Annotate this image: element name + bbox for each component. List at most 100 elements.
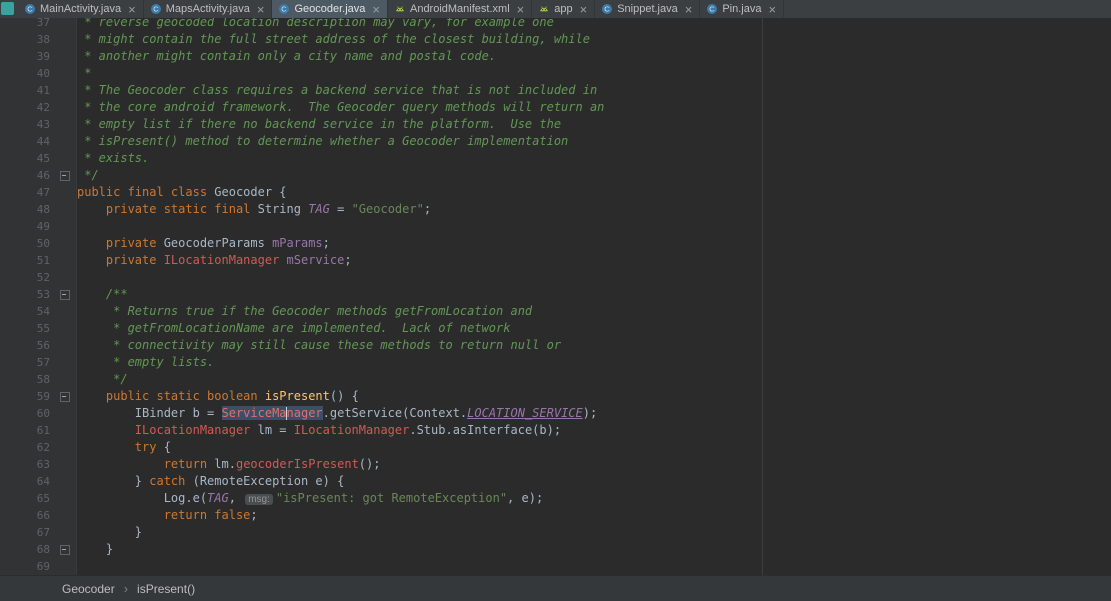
code-text: IBinder b = ServiceManager.getService(Co… — [77, 405, 597, 422]
fold-marker-icon[interactable] — [50, 541, 77, 558]
fold-marker-icon[interactable] — [50, 286, 77, 303]
line-number[interactable]: 40 — [0, 65, 50, 82]
tab-mainactivity-java[interactable]: C MainActivity.java × — [18, 0, 144, 18]
code-line[interactable]: 59 public static boolean isPresent() { — [0, 388, 1111, 405]
code-token: /** — [77, 287, 128, 301]
close-tab-icon[interactable]: × — [685, 3, 693, 16]
code-line[interactable]: 62 try { — [0, 439, 1111, 456]
code-token: * another might contain only a city name… — [77, 49, 497, 63]
code-line[interactable]: 53 /** — [0, 286, 1111, 303]
code-line[interactable]: 45 * exists. — [0, 150, 1111, 167]
close-tab-icon[interactable]: × — [768, 3, 776, 16]
tab-geocoder-java[interactable]: C Geocoder.java × — [272, 0, 388, 18]
code-text: public final class Geocoder { — [77, 184, 287, 201]
close-tab-icon[interactable]: × — [128, 3, 136, 16]
fold-gutter — [50, 184, 77, 201]
line-number[interactable]: 44 — [0, 133, 50, 150]
line-number[interactable]: 57 — [0, 354, 50, 371]
code-line[interactable]: 69 — [0, 558, 1111, 575]
line-number[interactable]: 48 — [0, 201, 50, 218]
line-number[interactable]: 64 — [0, 473, 50, 490]
tab-app[interactable]: app × — [532, 0, 596, 18]
line-number[interactable]: 43 — [0, 116, 50, 133]
line-number[interactable]: 50 — [0, 235, 50, 252]
line-number[interactable]: 47 — [0, 184, 50, 201]
line-number[interactable]: 42 — [0, 99, 50, 116]
code-line[interactable]: 50 private GeocoderParams mParams; — [0, 235, 1111, 252]
editor[interactable]: 37 * reverse geocoded location descripti… — [0, 18, 1111, 575]
code-line[interactable]: 64 } catch (RemoteException e) { — [0, 473, 1111, 490]
code-line[interactable]: 56 * connectivity may still cause these … — [0, 337, 1111, 354]
line-number[interactable]: 38 — [0, 31, 50, 48]
code-line[interactable]: 67 } — [0, 524, 1111, 541]
code-line[interactable]: 49 — [0, 218, 1111, 235]
line-number[interactable]: 60 — [0, 405, 50, 422]
line-number[interactable]: 55 — [0, 320, 50, 337]
fold-gutter — [50, 422, 77, 439]
window-corner-icon — [1, 2, 14, 15]
line-number[interactable]: 67 — [0, 524, 50, 541]
line-number[interactable]: 46 — [0, 167, 50, 184]
code-line[interactable]: 46 */ — [0, 167, 1111, 184]
close-tab-icon[interactable]: × — [257, 3, 265, 16]
tab-snippet-java[interactable]: C Snippet.java × — [595, 0, 701, 18]
code-line[interactable]: 41 * The Geocoder class requires a backe… — [0, 82, 1111, 99]
code-line[interactable]: 61 ILocationManager lm = ILocationManage… — [0, 422, 1111, 439]
fold-marker-icon[interactable] — [50, 388, 77, 405]
code-line[interactable]: 57 * empty lists. — [0, 354, 1111, 371]
line-number[interactable]: 66 — [0, 507, 50, 524]
code-line[interactable]: 47 public final class Geocoder { — [0, 184, 1111, 201]
line-number[interactable]: 49 — [0, 218, 50, 235]
line-number[interactable]: 51 — [0, 252, 50, 269]
line-number[interactable]: 62 — [0, 439, 50, 456]
line-number[interactable]: 58 — [0, 371, 50, 388]
line-number[interactable]: 39 — [0, 48, 50, 65]
code-line[interactable]: 63 return lm.geocoderIsPresent(); — [0, 456, 1111, 473]
line-number[interactable]: 53 — [0, 286, 50, 303]
close-tab-icon[interactable]: × — [517, 3, 525, 16]
code-line[interactable]: 38 * might contain the full street addre… — [0, 31, 1111, 48]
code-line[interactable]: 40 * — [0, 65, 1111, 82]
tab-pin-java[interactable]: C Pin.java × — [700, 0, 785, 18]
breadcrumb-item[interactable]: isPresent() — [137, 582, 195, 596]
code-token: public final class — [77, 185, 215, 199]
line-number[interactable]: 41 — [0, 82, 50, 99]
code-line[interactable]: 37 * reverse geocoded location descripti… — [0, 18, 1111, 31]
code-line[interactable]: 52 — [0, 269, 1111, 286]
code-line[interactable]: 48 private static final String TAG = "Ge… — [0, 201, 1111, 218]
code-line[interactable]: 55 * getFromLocationName are implemented… — [0, 320, 1111, 337]
line-number[interactable]: 61 — [0, 422, 50, 439]
line-number[interactable]: 68 — [0, 541, 50, 558]
line-number[interactable]: 69 — [0, 558, 50, 575]
code-line[interactable]: 68 } — [0, 541, 1111, 558]
line-number[interactable]: 37 — [0, 18, 50, 31]
line-number[interactable]: 63 — [0, 456, 50, 473]
tab-androidmanifest-xml[interactable]: AndroidManifest.xml × — [388, 0, 533, 18]
tab-mapsactivity-java[interactable]: C MapsActivity.java × — [144, 0, 273, 18]
code-line[interactable]: 58 */ — [0, 371, 1111, 388]
code-line[interactable]: 65 Log.e(TAG, msg: "isPresent: got Remote… — [0, 490, 1111, 507]
fold-marker-icon[interactable] — [50, 167, 77, 184]
code-line[interactable]: 39 * another might contain only a city n… — [0, 48, 1111, 65]
code-line[interactable]: 44 * isPresent() method to determine whe… — [0, 133, 1111, 150]
tab-label: Snippet.java — [617, 3, 678, 15]
code-line[interactable]: 43 * empty list if there no backend serv… — [0, 116, 1111, 133]
code-line[interactable]: 51 private ILocationManager mService; — [0, 252, 1111, 269]
line-number[interactable]: 45 — [0, 150, 50, 167]
line-number[interactable]: 54 — [0, 303, 50, 320]
line-number[interactable]: 56 — [0, 337, 50, 354]
line-number[interactable]: 59 — [0, 388, 50, 405]
code-line[interactable]: 60 IBinder b = ServiceManager.getService… — [0, 405, 1111, 422]
close-tab-icon[interactable]: × — [372, 3, 380, 16]
code-line[interactable]: 54 * Returns true if the Geocoder method… — [0, 303, 1111, 320]
code-token: , — [228, 491, 244, 505]
line-number[interactable]: 65 — [0, 490, 50, 507]
breadcrumb-item[interactable]: Geocoder — [62, 582, 115, 596]
code-line[interactable]: 66 return false; — [0, 507, 1111, 524]
code-line[interactable]: 42 * the core android framework. The Geo… — [0, 99, 1111, 116]
line-number[interactable]: 52 — [0, 269, 50, 286]
code-area[interactable]: 37 * reverse geocoded location descripti… — [0, 18, 1111, 575]
close-tab-icon[interactable]: × — [580, 3, 588, 16]
